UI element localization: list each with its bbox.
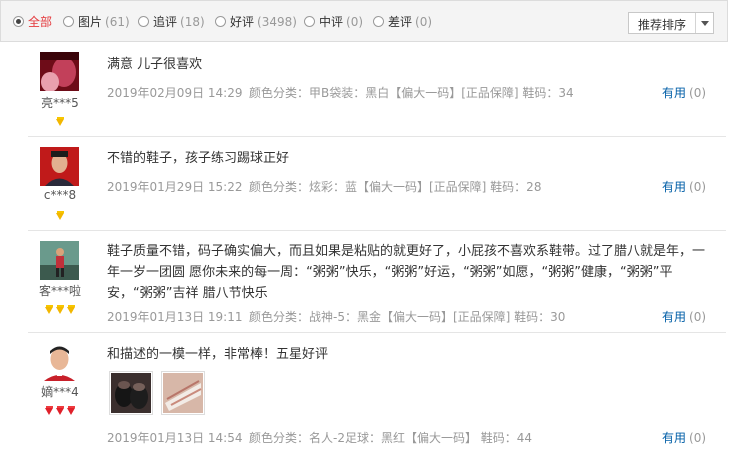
username: 客***啦 bbox=[38, 284, 81, 298]
review-divider bbox=[28, 136, 726, 137]
filter-count: (18) bbox=[180, 15, 205, 29]
filter-positive[interactable]: 好评 (3498) bbox=[215, 14, 297, 30]
review-spec: 颜色分类：甲B袋装：黑白【偏大一码】[正品保障] 鞋码：34 bbox=[249, 86, 574, 100]
review-photo-thumbnail[interactable] bbox=[109, 371, 153, 415]
username: 嫡***4 bbox=[41, 385, 79, 399]
chevron-down-icon bbox=[701, 21, 709, 26]
filter-count: (0) bbox=[346, 15, 364, 29]
review-date: 2019年01月13日 14:54 bbox=[107, 431, 243, 445]
radio-icon bbox=[373, 16, 384, 27]
filter-label: 全部 bbox=[28, 15, 53, 29]
review-date: 2019年01月13日 19:11 bbox=[107, 310, 243, 324]
avatar[interactable] bbox=[40, 342, 79, 381]
filter-label: 中评 bbox=[319, 15, 344, 29]
useful-count: (0) bbox=[689, 431, 707, 445]
review-spec: 颜色分类：战神-5：黑金【偏大一码】[正品保障] 鞋码：30 bbox=[249, 310, 566, 324]
review-meta: 2019年02月09日 14:29 颜色分类：甲B袋装：黑白【偏大一码】[正品保障… bbox=[107, 84, 574, 101]
user-level-medals bbox=[32, 303, 88, 315]
useful-label: 有用 bbox=[662, 431, 687, 445]
filter-label: 图片 bbox=[78, 15, 103, 29]
review-date: 2019年01月29日 15:22 bbox=[107, 180, 243, 194]
review-text: 和描述的一模一样，非常棒！五星好评 bbox=[107, 347, 329, 362]
filter-images[interactable]: 图片 (61) bbox=[63, 14, 130, 30]
radio-icon bbox=[304, 16, 315, 27]
review-filter-bar: 全部 图片 (61) 追评 (18) 好评 (3498) 中评 (0) 差评 (0) 推荐… bbox=[0, 0, 728, 42]
review-divider bbox=[28, 230, 726, 231]
username: c***8 bbox=[43, 188, 77, 202]
filter-label: 好评 bbox=[230, 15, 255, 29]
filter-count: (61) bbox=[105, 15, 130, 29]
filter-all[interactable]: 全部 bbox=[13, 14, 52, 30]
avatar[interactable] bbox=[40, 147, 79, 186]
filter-neutral[interactable]: 中评 (0) bbox=[304, 14, 363, 30]
sort-dropdown[interactable]: 推荐排序 bbox=[628, 12, 714, 34]
review-meta: 2019年01月13日 19:11 颜色分类：战神-5：黑金【偏大一码】[正品保障… bbox=[107, 308, 565, 325]
useful-button[interactable]: 有用 (0) bbox=[662, 178, 706, 195]
useful-button[interactable]: 有用 (0) bbox=[662, 429, 706, 446]
review-meta: 2019年01月29日 15:22 颜色分类：炫彩：蓝【偏大一码】[正品保障] 鞋… bbox=[107, 178, 541, 195]
useful-label: 有用 bbox=[662, 310, 687, 324]
sort-divider bbox=[695, 13, 696, 33]
user-level-medals bbox=[32, 404, 88, 416]
user-level-medals bbox=[32, 209, 88, 221]
username: 亮***5 bbox=[41, 96, 79, 110]
diamond-icon bbox=[55, 117, 65, 126]
filter-followup[interactable]: 追评 (18) bbox=[138, 14, 205, 30]
useful-button[interactable]: 有用 (0) bbox=[662, 84, 706, 101]
avatar[interactable] bbox=[40, 52, 79, 91]
diamond-icon bbox=[55, 211, 65, 220]
diamond-icon bbox=[66, 406, 76, 415]
useful-count: (0) bbox=[689, 180, 707, 194]
filter-label: 差评 bbox=[388, 15, 413, 29]
review-meta: 2019年01月13日 14:54 颜色分类：名人-2足球：黑红【偏大一码】 鞋码… bbox=[107, 429, 532, 446]
review-text: 满意 儿子很喜欢 bbox=[107, 57, 203, 72]
diamond-icon bbox=[66, 305, 76, 314]
review-photo-thumbnail[interactable] bbox=[161, 371, 205, 415]
user-level-medals bbox=[32, 115, 88, 127]
radio-icon bbox=[138, 16, 149, 27]
radio-icon bbox=[63, 16, 74, 27]
filter-count: (3498) bbox=[257, 15, 297, 29]
diamond-icon bbox=[55, 305, 65, 314]
avatar[interactable] bbox=[40, 241, 79, 280]
review-text: 不错的鞋子，孩子练习踢球正好 bbox=[107, 151, 290, 166]
radio-icon bbox=[215, 16, 226, 27]
review-spec: 颜色分类：名人-2足球：黑红【偏大一码】 鞋码：44 bbox=[249, 431, 533, 445]
useful-button[interactable]: 有用 (0) bbox=[662, 308, 706, 325]
filter-label: 追评 bbox=[153, 15, 178, 29]
sort-label: 推荐排序 bbox=[638, 18, 687, 32]
useful-count: (0) bbox=[689, 86, 707, 100]
review-date: 2019年02月09日 14:29 bbox=[107, 86, 243, 100]
diamond-icon bbox=[44, 305, 54, 314]
review-text: 鞋子质量不错，码子确实偏大，而且如果是粘贴的就更好了，小屁孩不喜欢系鞋带。过了腊… bbox=[107, 244, 706, 301]
diamond-icon bbox=[44, 406, 54, 415]
useful-label: 有用 bbox=[662, 180, 687, 194]
review-divider bbox=[28, 332, 726, 333]
filter-negative[interactable]: 差评 (0) bbox=[373, 14, 432, 30]
diamond-icon bbox=[55, 406, 65, 415]
useful-count: (0) bbox=[689, 310, 707, 324]
filter-count: (0) bbox=[415, 15, 433, 29]
radio-icon bbox=[13, 16, 24, 27]
useful-label: 有用 bbox=[662, 86, 687, 100]
review-spec: 颜色分类：炫彩：蓝【偏大一码】[正品保障] 鞋码：28 bbox=[249, 180, 542, 194]
